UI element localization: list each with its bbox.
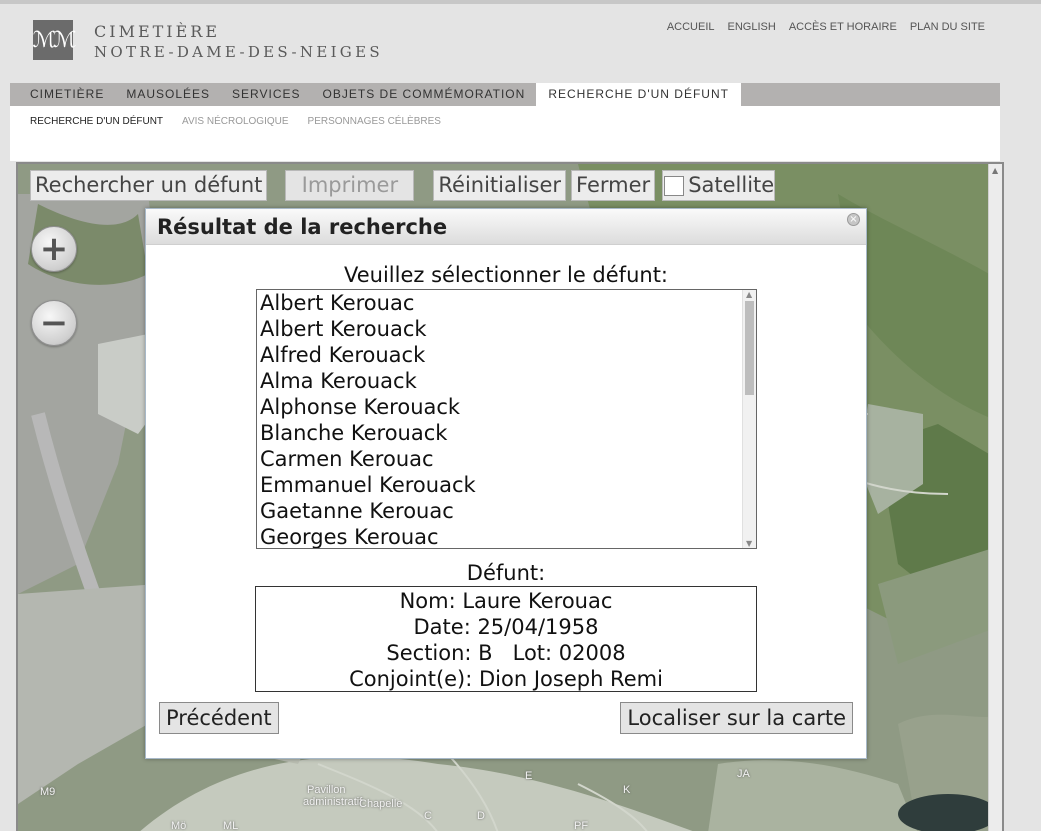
page: ℳℳ CIMETIÈRE NOTRE-DAME-DES-NEIGES ACCUE… (0, 0, 1041, 831)
close-map-button[interactable]: Fermer (571, 170, 656, 201)
map-label-administratif: administratif (303, 796, 363, 808)
map-label-pf: PF (574, 820, 589, 831)
defunt-date: Date: 25/04/1958 (413, 615, 599, 639)
map-label-chapelle: Chapelle (359, 798, 403, 810)
list-item[interactable]: Albert Kerouack (257, 316, 756, 342)
minus-icon: − (39, 303, 69, 343)
list-item[interactable]: Albert Kerouac (257, 290, 756, 316)
map-label-d: D (477, 810, 485, 822)
list-item[interactable]: Alfred Kerouack (257, 342, 756, 368)
tab-services[interactable]: SERVICES (221, 83, 311, 106)
list-item[interactable]: Carmen Kerouac (257, 446, 756, 472)
list-item[interactable]: Gaetanne Kerouac (257, 498, 756, 524)
defunt-section-lot: Section: B Lot: 02008 (386, 641, 626, 665)
scrollbar-thumb[interactable] (745, 301, 754, 395)
site-name-line1: CIMETIÈRE (94, 22, 221, 41)
search-result-dialog: Résultat de la recherche × Veuillez séle… (145, 208, 867, 759)
map-label-pavillon: Pavillon (307, 784, 346, 796)
scroll-down-icon[interactable]: ▼ (746, 539, 752, 548)
satellite-toggle[interactable]: Satellite (662, 170, 776, 201)
utility-nav: ACCUEIL ENGLISH ACCÈS ET HORAIRE PLAN DU… (667, 21, 985, 33)
dialog-title: Résultat de la recherche (146, 209, 866, 245)
logo[interactable]: ℳℳ (32, 20, 77, 60)
map-label-e: E (525, 770, 533, 782)
list-item[interactable]: Alphonse Kerouack (257, 394, 756, 420)
select-prompt: Veuillez sélectionner le défunt: (343, 263, 668, 287)
util-link-english[interactable]: ENGLISH (728, 21, 776, 33)
zoom-in-button[interactable]: + (31, 226, 77, 272)
zoom-out-button[interactable]: − (31, 300, 77, 346)
tab-objets-commemoration[interactable]: OBJETS DE COMMÉMORATION (312, 83, 537, 106)
site-name-line2: NOTRE-DAME-DES-NEIGES (94, 43, 383, 61)
close-icon[interactable]: × (847, 213, 860, 226)
util-link-acces-horaire[interactable]: ACCÈS ET HORAIRE (789, 21, 897, 33)
main-nav: CIMETIÈRE MAUSOLÉES SERVICES OBJETS DE C… (10, 83, 1000, 106)
tab-cimetiere[interactable]: CIMETIÈRE (30, 83, 115, 106)
subnav-avis-necrologique[interactable]: AVIS NÉCROLOGIQUE (182, 116, 289, 161)
map-label-ml: ML (223, 820, 239, 831)
list-item[interactable]: Blanche Kerouack (257, 420, 756, 446)
defunt-details: Nom: Laure Kerouac Date: 25/04/1958 Sect… (255, 586, 757, 692)
top-border (0, 0, 1041, 4)
map-label-ja: JA (737, 768, 750, 780)
monogram-logo-icon: ℳℳ (32, 27, 76, 53)
defunt-label: Défunt: (466, 561, 546, 585)
search-defunt-button[interactable]: Rechercher un défunt (30, 170, 268, 201)
defunt-listbox[interactable]: Albert Kerouac Albert Kerouack Alfred Ke… (256, 289, 757, 549)
scroll-up-icon[interactable]: ▲ (746, 290, 752, 299)
subnav-personnages-celebres[interactable]: PERSONNAGES CÉLÈBRES (308, 116, 441, 161)
print-button[interactable]: Imprimer (285, 170, 415, 201)
listbox-scrollbar[interactable]: ▲ ▼ (742, 290, 756, 548)
site-name[interactable]: CIMETIÈRE NOTRE-DAME-DES-NEIGES (94, 22, 383, 62)
plus-icon: + (39, 229, 69, 269)
list-item[interactable]: Georges Kerouac (257, 524, 756, 548)
list-item[interactable]: Emmanuel Kerouack (257, 472, 756, 498)
map-label-m9: M9 (40, 786, 56, 798)
util-link-accueil[interactable]: ACCUEIL (667, 21, 715, 33)
scroll-up-icon[interactable]: ▲ (992, 166, 998, 175)
tab-recherche-defunt[interactable]: RECHERCHE D'UN DÉFUNT (536, 83, 741, 106)
subnav-recherche-defunt[interactable]: RECHERCHE D'UN DÉFUNT (30, 116, 163, 161)
map-label-mo: Mö (171, 820, 187, 831)
map-label-k: K (623, 784, 631, 796)
defunt-conjoint: Conjoint(e): Dion Joseph Remi (349, 667, 663, 691)
sub-nav: RECHERCHE D'UN DÉFUNT AVIS NÉCROLOGIQUE … (10, 106, 1000, 161)
util-link-plan-du-site[interactable]: PLAN DU SITE (910, 21, 985, 33)
satellite-checkbox[interactable] (664, 175, 685, 196)
defunt-nom: Nom: Laure Kerouac (399, 589, 613, 613)
locate-on-map-button[interactable]: Localiser sur la carte (620, 702, 853, 734)
list-item[interactable]: Alma Kerouack (257, 368, 756, 394)
reset-button[interactable]: Réinitialiser (433, 170, 567, 201)
satellite-label: Satellite (688, 173, 775, 197)
map-label-c: C (424, 810, 432, 822)
map-toolbar: Rechercher un défunt Imprimer Réinitiali… (30, 170, 776, 201)
tab-mausolees[interactable]: MAUSOLÉES (115, 83, 221, 106)
previous-button[interactable]: Précédent (159, 702, 279, 734)
page-scrollbar[interactable]: ▲ (988, 164, 1002, 831)
